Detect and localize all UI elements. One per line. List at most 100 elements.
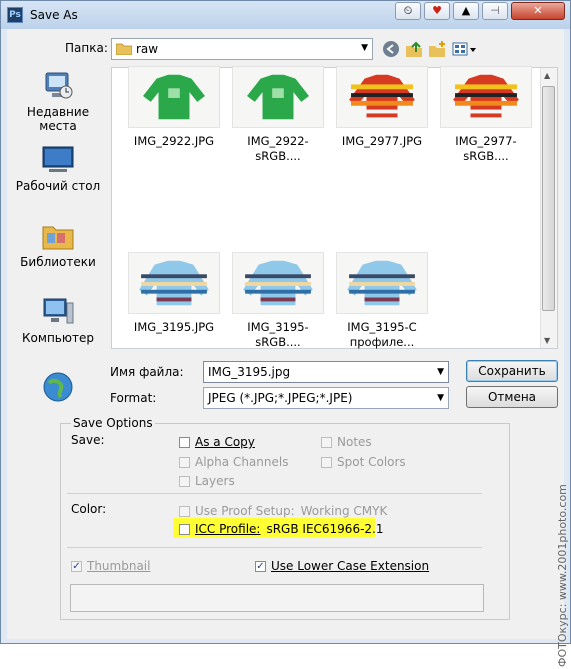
file-thumbnail[interactable]: IMG_3195.JPG bbox=[122, 252, 226, 335]
scrollbar-thumb[interactable] bbox=[542, 86, 555, 311]
sidebar-item-desktop[interactable]: Рабочий стол bbox=[13, 145, 103, 193]
file-preview-image bbox=[232, 252, 324, 314]
divider bbox=[67, 547, 482, 548]
back-icon[interactable] bbox=[382, 40, 400, 58]
checkbox-box[interactable] bbox=[179, 475, 190, 487]
format-value: JPEG (*.JPG;*.JPEG;*.JPE) bbox=[208, 391, 353, 405]
format-label: Format: bbox=[110, 391, 157, 405]
icc-profile-checkbox[interactable]: ICC Profile: sRGB IEC61966-2.1 bbox=[179, 522, 384, 536]
recent-places-icon bbox=[45, 72, 73, 99]
spot-colors-checkbox[interactable]: Spot Colors bbox=[321, 455, 406, 469]
checkbox-box[interactable]: ✓ bbox=[71, 560, 82, 572]
proof-setup-label: Use Proof Setup: bbox=[195, 504, 295, 518]
location-dropdown[interactable]: raw ▼ bbox=[111, 38, 373, 60]
proof-setup-value: Working CMYK bbox=[300, 504, 388, 518]
checkbox-box[interactable]: ✓ bbox=[255, 560, 266, 572]
sidebar-item-network[interactable] bbox=[13, 371, 103, 407]
cancel-button[interactable]: Отмена bbox=[466, 386, 558, 408]
file-name: IMG_2977-sRGB.... bbox=[455, 134, 517, 163]
icc-profile-value: sRGB IEC61966-2.1 bbox=[266, 522, 384, 536]
title-bar: Ps Save As ⏲ ♥ ▲ ⊣ ✕ bbox=[1, 1, 570, 29]
save-section-label: Save: bbox=[71, 433, 105, 447]
checkbox-box[interactable] bbox=[179, 456, 190, 468]
file-name: IMG_2922-sRGB.... bbox=[247, 134, 309, 163]
window-title: Save As bbox=[30, 8, 78, 22]
format-select[interactable]: JPEG (*.JPG;*.JPEG;*.JPE) ▼ bbox=[203, 387, 449, 409]
file-preview-image bbox=[128, 252, 220, 314]
file-name: IMG_3195-sRGB.... bbox=[247, 320, 309, 349]
notes-label: Notes bbox=[337, 435, 372, 449]
alpha-channels-label: Alpha Channels bbox=[195, 455, 289, 469]
help-icon[interactable]: ⏲ bbox=[395, 2, 421, 20]
thumbnail-label: Thumbnail bbox=[87, 559, 151, 573]
sidebar-item-recent[interactable]: Недавние места bbox=[13, 71, 103, 133]
file-name: IMG_2922.JPG bbox=[133, 134, 215, 148]
file-thumbnail[interactable]: IMG_3195-sRGB.... bbox=[226, 252, 330, 350]
divider bbox=[67, 493, 482, 494]
file-thumbnail[interactable]: IMG_2977-sRGB.... bbox=[434, 66, 538, 164]
checkbox-box[interactable] bbox=[179, 436, 190, 448]
layers-checkbox[interactable]: Layers bbox=[179, 474, 235, 488]
network-icon bbox=[43, 372, 73, 402]
file-preview-image bbox=[128, 66, 220, 128]
icc-profile-label: ICC Profile: bbox=[195, 522, 261, 536]
libraries-icon bbox=[42, 226, 74, 250]
checkbox-box[interactable] bbox=[321, 456, 332, 468]
sidebar-item-libraries[interactable]: Библиотеки bbox=[13, 221, 103, 269]
places-sidebar: Недавние места Рабочий стол Библиотеки К… bbox=[13, 65, 103, 405]
view-menu-icon[interactable] bbox=[452, 40, 478, 58]
chevron-down-icon[interactable]: ▼ bbox=[437, 367, 444, 377]
file-thumbnail[interactable]: IMG_2977.JPG bbox=[330, 66, 434, 149]
checkbox-box[interactable] bbox=[179, 505, 190, 517]
file-name: IMG_3195-C профиле... bbox=[347, 320, 417, 349]
chevron-down-icon[interactable]: ▼ bbox=[361, 43, 368, 53]
file-thumbnail[interactable]: IMG_3195-C профиле... bbox=[330, 252, 434, 350]
notes-checkbox[interactable]: Notes bbox=[321, 435, 372, 449]
pin-icon[interactable]: ⊣ bbox=[482, 2, 508, 20]
save-button[interactable]: Сохранить bbox=[466, 360, 558, 382]
checkbox-box[interactable] bbox=[179, 523, 190, 535]
sidebar-item-computer[interactable]: Компьютер bbox=[13, 297, 103, 345]
lower-case-extension-label: Use Lower Case Extension bbox=[271, 559, 430, 573]
sidebar-item-label: Библиотеки bbox=[20, 255, 96, 269]
up-folder-icon[interactable] bbox=[405, 40, 423, 58]
computer-icon bbox=[43, 298, 74, 324]
thumbnail-checkbox[interactable]: ✓ Thumbnail bbox=[71, 559, 150, 573]
new-folder-icon[interactable] bbox=[428, 40, 446, 58]
file-preview-image bbox=[440, 66, 532, 128]
file-thumbnail[interactable]: IMG_2922-sRGB.... bbox=[226, 66, 330, 164]
minimize-up-icon[interactable]: ▲ bbox=[453, 2, 479, 20]
sidebar-item-label: Недавние места bbox=[26, 105, 90, 133]
file-preview-image bbox=[336, 252, 428, 314]
checkbox-box[interactable] bbox=[321, 436, 332, 448]
spot-colors-label: Spot Colors bbox=[337, 455, 406, 469]
file-name: IMG_2977.JPG bbox=[341, 134, 423, 148]
folder-icon bbox=[116, 43, 132, 55]
alpha-channels-checkbox[interactable]: Alpha Channels bbox=[179, 455, 288, 469]
favorite-icon[interactable]: ♥ bbox=[424, 2, 450, 20]
dialog-body: Папка: raw ▼ Недавние места Рабочий стол… bbox=[7, 29, 569, 667]
file-thumbnail[interactable]: IMG_2922.JPG bbox=[122, 66, 226, 149]
lower-case-extension-checkbox[interactable]: ✓ Use Lower Case Extension bbox=[255, 559, 429, 573]
file-list[interactable]: IMG_2922.JPG IMG_2922-sRGB.... IMG_2977.JP… bbox=[111, 66, 558, 350]
scroll-up-icon[interactable]: ▲ bbox=[544, 71, 550, 80]
color-section-label: Color: bbox=[71, 502, 107, 516]
scroll-down-icon[interactable]: ▼ bbox=[544, 336, 550, 345]
file-name: IMG_3195.JPG bbox=[133, 320, 215, 334]
as-a-copy-label: As a Copy bbox=[195, 435, 255, 449]
status-area bbox=[70, 584, 484, 612]
watermark: ФОТОкурс: www.2001photo.com bbox=[544, 439, 569, 669]
desktop-icon bbox=[42, 146, 74, 172]
proof-setup-checkbox[interactable]: Use Proof Setup: Working CMYK bbox=[179, 504, 387, 518]
filename-input[interactable]: IMG_3195.jpg ▼ bbox=[203, 361, 449, 383]
vertical-scrollbar[interactable]: ▲ ▼ bbox=[540, 68, 557, 348]
chevron-down-icon[interactable]: ▼ bbox=[437, 393, 444, 403]
watermark-text: ФОТОкурс: www.2001photo.com bbox=[556, 484, 569, 667]
file-preview-image bbox=[232, 66, 324, 128]
save-as-dialog: Ps Save As ⏲ ♥ ▲ ⊣ ✕ Папка: raw ▼ Недавн… bbox=[0, 0, 571, 667]
close-button[interactable]: ✕ bbox=[511, 2, 565, 20]
save-options-title: Save Options bbox=[71, 416, 155, 430]
file-preview-image bbox=[336, 66, 428, 128]
filename-value: IMG_3195.jpg bbox=[208, 365, 291, 379]
as-a-copy-checkbox[interactable]: As a Copy bbox=[179, 435, 255, 449]
